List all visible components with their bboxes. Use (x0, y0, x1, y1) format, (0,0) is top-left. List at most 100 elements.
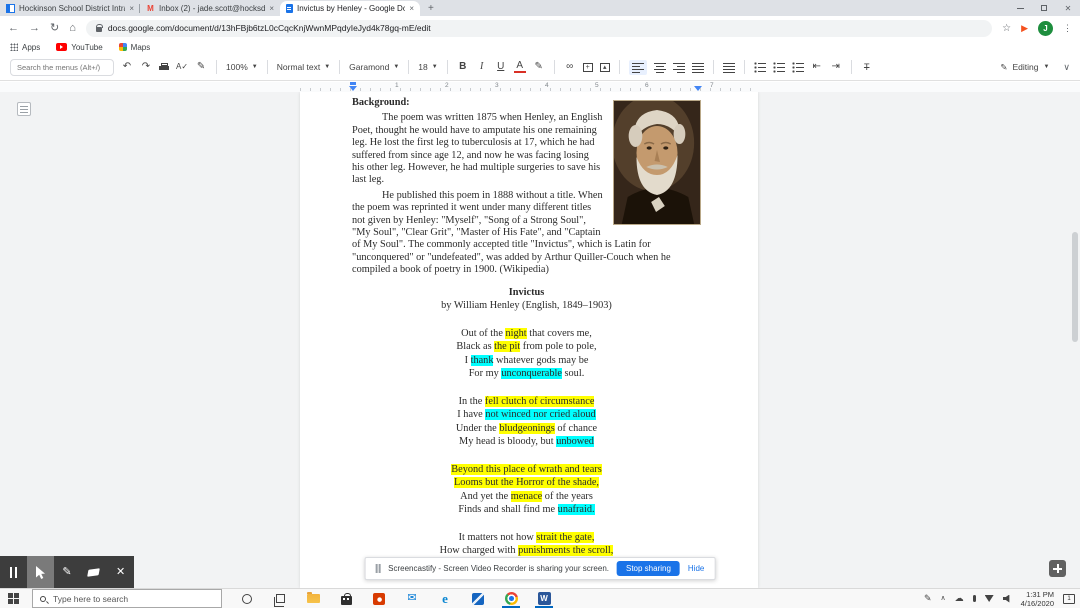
close-window-button[interactable]: ✕ (1056, 0, 1080, 16)
blue-app-button[interactable] (468, 589, 488, 608)
print-icon[interactable] (159, 63, 169, 72)
checklist-icon[interactable] (754, 62, 766, 73)
microsoft-store-button[interactable] (336, 589, 356, 608)
address-bar: ← → ↻ ⌂ docs.google.com/document/d/13hFB… (0, 16, 1080, 40)
tab-gmail-inbox[interactable]: M Inbox (2) - jade.scott@hocksd.o × (140, 1, 280, 16)
poem-line: I have not winced nor cried aloud (352, 408, 701, 422)
bold-icon[interactable]: B (457, 62, 469, 72)
first-line-indent-marker[interactable] (350, 82, 356, 85)
tab-close-icon[interactable]: × (129, 4, 134, 13)
highlight-icon[interactable]: ✎ (533, 62, 545, 72)
word-button[interactable]: W (534, 589, 554, 608)
task-view-button[interactable] (270, 589, 290, 608)
clear-formatting-icon[interactable]: T (861, 63, 873, 72)
right-indent-marker[interactable] (694, 86, 702, 91)
bookmark-star-icon[interactable]: ☆ (1002, 23, 1011, 34)
justify-icon[interactable] (692, 62, 704, 73)
decrease-indent-icon[interactable]: ⇤ (811, 62, 823, 72)
tab-invictus-docs[interactable]: Invictus by Henley - Google Docs × (280, 1, 420, 16)
tab-close-icon[interactable]: × (269, 4, 274, 13)
explore-button[interactable] (1049, 560, 1066, 577)
chrome-button[interactable] (501, 589, 521, 608)
numbered-list-icon[interactable] (792, 62, 804, 73)
tab-hockinson[interactable]: Hockinson School District Intran × (0, 1, 140, 16)
undo-icon[interactable]: ↶ (121, 62, 133, 72)
spell-check-icon[interactable]: A✓ (176, 63, 188, 71)
poem-title: Invictus (352, 287, 701, 299)
end-recording-button[interactable]: ✕ (107, 556, 134, 588)
forward-icon[interactable]: → (29, 23, 40, 34)
chevron-up-icon[interactable]: ∧ (941, 595, 946, 602)
tab-close-icon[interactable]: × (409, 4, 414, 13)
start-button[interactable] (8, 593, 19, 604)
text-color-icon[interactable]: A (514, 61, 526, 73)
search-icon (40, 596, 46, 602)
reload-icon[interactable]: ↻ (50, 23, 59, 34)
menu-search-input[interactable] (10, 59, 114, 76)
microphone-icon[interactable] (973, 595, 976, 602)
poem-line: Out of the night that covers me, (352, 327, 701, 341)
line-spacing-icon[interactable] (723, 62, 735, 73)
chrome-menu-icon[interactable]: ⋮ (1063, 23, 1072, 34)
bulleted-list-icon[interactable] (773, 62, 785, 73)
network-icon[interactable] (985, 595, 994, 602)
paint-format-icon[interactable]: ✎ (195, 62, 207, 72)
italic-icon[interactable]: I (476, 62, 488, 72)
underline-icon[interactable]: U (495, 62, 507, 72)
profile-avatar[interactable]: J (1038, 21, 1053, 36)
pause-recording-button[interactable] (0, 556, 27, 588)
taskbar-clock[interactable]: 1:31 PM 4/16/2020 (1021, 590, 1054, 608)
align-center-icon[interactable] (654, 62, 666, 73)
back-icon[interactable]: ← (8, 23, 19, 34)
align-left-icon[interactable] (629, 60, 647, 75)
cortana-button[interactable] (237, 589, 257, 608)
poem-byline: by William Henley (English, 1849–1903) (352, 300, 701, 312)
pen-tool-button[interactable]: ✎ (54, 556, 81, 588)
eraser-tool-button[interactable] (80, 556, 107, 588)
editing-mode-button[interactable]: ✎Editing▼ (1000, 62, 1049, 73)
scrollbar-thumb[interactable] (1072, 232, 1078, 342)
bookmark-apps[interactable]: Apps (10, 43, 40, 52)
document-canvas: Background: The poem was written 1875 wh… (0, 92, 1080, 588)
taskbar-search-box[interactable]: Type here to search (32, 589, 222, 608)
insert-link-icon[interactable]: ∞ (564, 62, 576, 72)
lock-icon (96, 27, 102, 32)
hide-link[interactable]: Hide (688, 564, 704, 573)
zoom-select[interactable]: 100%▼ (226, 62, 258, 72)
pen-tray-icon[interactable]: ✎ (924, 594, 932, 603)
align-right-icon[interactable] (673, 62, 685, 73)
screencastify-extension-icon[interactable]: ▶ (1021, 23, 1028, 34)
left-indent-marker[interactable] (349, 86, 357, 91)
insert-image-icon[interactable]: ▴ (600, 63, 610, 72)
bookmark-youtube[interactable]: YouTube (56, 43, 102, 52)
document-page[interactable]: Background: The poem was written 1875 wh… (300, 92, 758, 588)
insert-comment-icon[interactable]: + (583, 63, 593, 72)
pen-icon: ✎ (62, 567, 71, 578)
redo-icon[interactable]: ↷ (140, 62, 152, 72)
action-center-icon[interactable]: 1 (1063, 594, 1075, 604)
url-field[interactable]: docs.google.com/document/d/13hFBjb6tzL0c… (86, 20, 992, 37)
volume-icon[interactable] (1003, 595, 1012, 603)
hide-menus-icon[interactable]: ∨ (1063, 62, 1070, 73)
font-select[interactable]: Garamond▼ (349, 62, 399, 72)
home-icon[interactable]: ⌂ (69, 23, 76, 34)
file-explorer-button[interactable] (303, 589, 323, 608)
cursor-tool-button[interactable] (27, 556, 54, 588)
browser-tab-strip: Hockinson School District Intran × M Inb… (0, 0, 1080, 16)
office-button[interactable] (369, 589, 389, 608)
stop-sharing-button[interactable]: Stop sharing (617, 561, 680, 576)
bookmark-maps[interactable]: Maps (119, 43, 151, 52)
increase-indent-icon[interactable]: ⇥ (830, 62, 842, 72)
onedrive-cloud-icon[interactable]: ☁ (955, 594, 964, 603)
paragraph-style-select[interactable]: Normal text▼ (277, 62, 330, 72)
edge-button[interactable]: e (435, 589, 455, 608)
minimize-button[interactable] (1008, 0, 1032, 16)
highlighted-text: unbowed (556, 436, 594, 447)
drag-grip-icon[interactable] (376, 564, 381, 573)
mail-button[interactable]: ✉ (402, 589, 422, 608)
highlighted-text: Beyond this place of wrath and tears (451, 464, 601, 475)
show-outline-icon[interactable] (17, 102, 31, 116)
restore-button[interactable] (1032, 0, 1056, 16)
font-size-select[interactable]: 18▼ (418, 62, 437, 72)
new-tab-button[interactable]: + (428, 3, 434, 14)
